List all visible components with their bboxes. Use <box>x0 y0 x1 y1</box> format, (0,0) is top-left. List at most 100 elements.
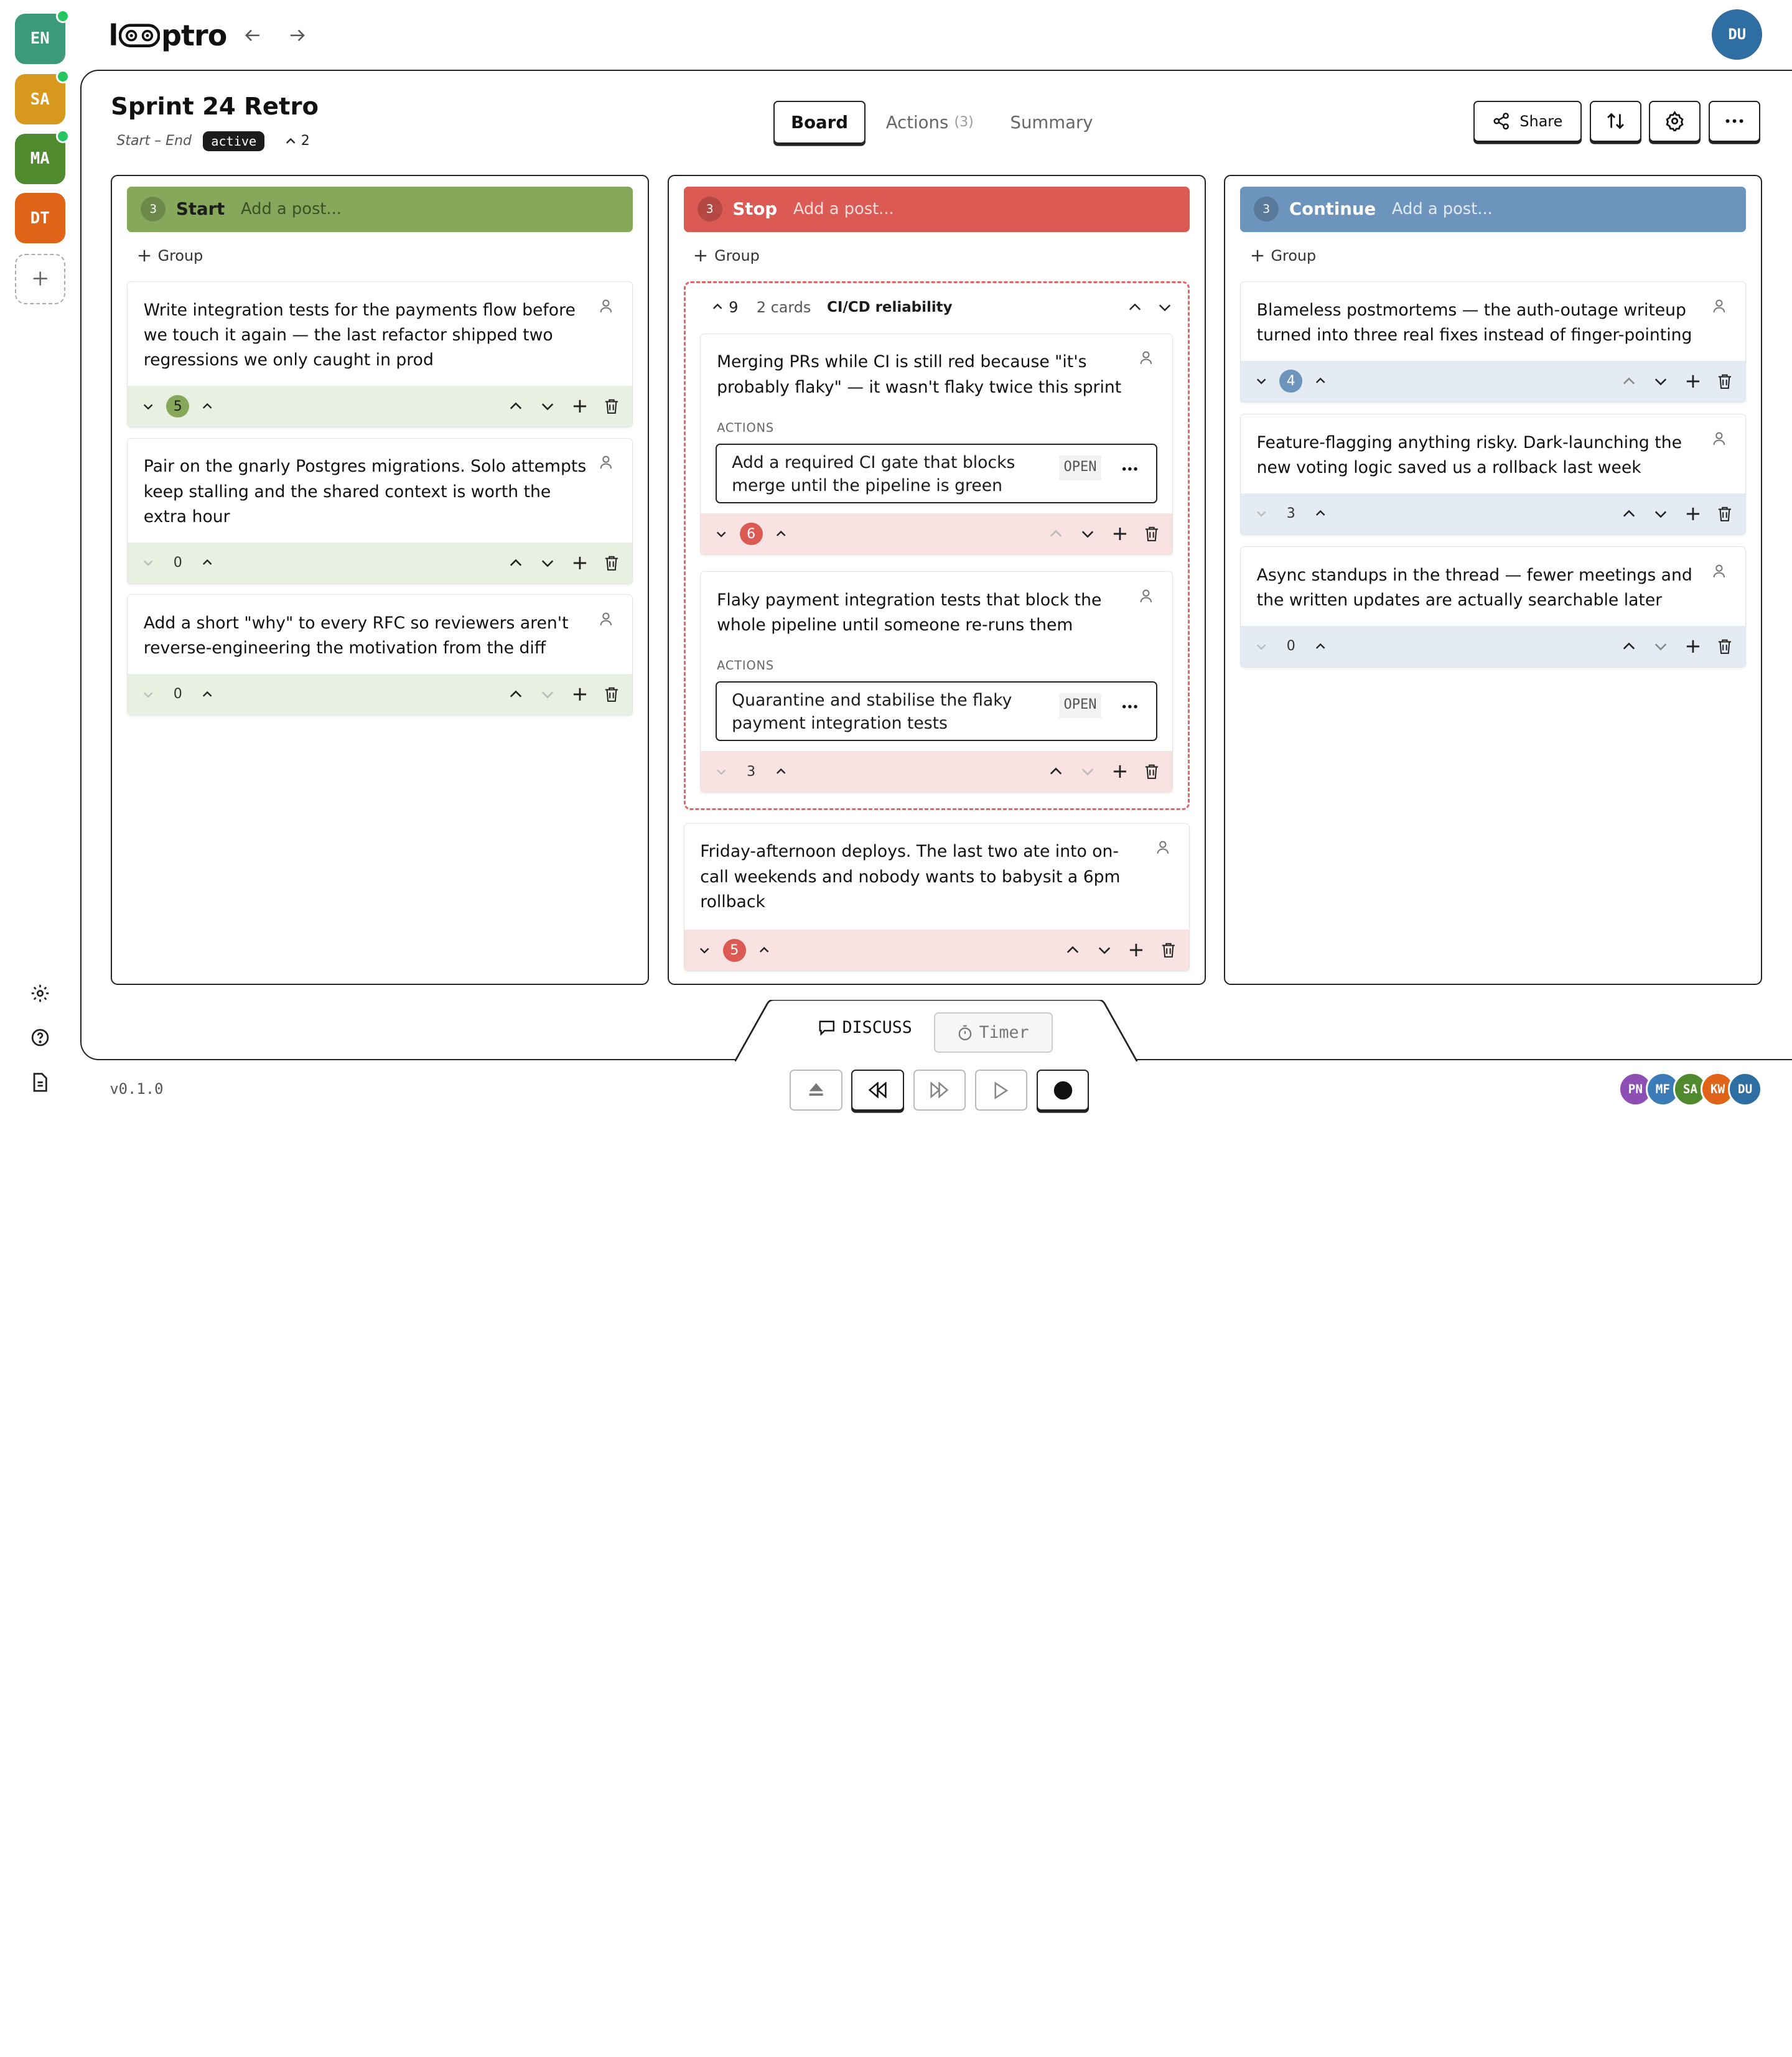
person-icon[interactable] <box>1711 298 1727 314</box>
move-down-button[interactable] <box>539 685 557 703</box>
date-range[interactable]: Start – End <box>116 133 192 149</box>
add-post-input[interactable]: Add a post... <box>241 200 342 218</box>
workspace-sa[interactable]: SA <box>14 70 70 125</box>
add-action-button[interactable] <box>1684 637 1702 655</box>
move-up-button[interactable] <box>506 554 525 572</box>
upvote-button[interactable] <box>1312 505 1330 523</box>
post-card[interactable]: Feature-flagging anything risky. Dark-la… <box>1239 414 1747 535</box>
move-up-button[interactable] <box>1620 637 1638 655</box>
record-button[interactable] <box>1036 1070 1090 1111</box>
person-icon[interactable] <box>1711 563 1727 579</box>
downvote-button[interactable] <box>139 397 157 415</box>
delete-button[interactable] <box>603 685 621 703</box>
add-action-button[interactable] <box>1111 762 1129 780</box>
add-action-button[interactable] <box>1684 505 1702 523</box>
action-more-button[interactable] <box>1122 454 1138 477</box>
upvote-button[interactable] <box>198 685 217 703</box>
participant-avatar[interactable]: DU <box>1728 1071 1763 1106</box>
sort-button[interactable] <box>1589 100 1641 142</box>
upvote-button[interactable] <box>1312 637 1330 655</box>
add-group-button[interactable]: Group <box>1251 247 1316 264</box>
delete-button[interactable] <box>1716 505 1734 523</box>
post-card[interactable]: Friday-afternoon deploys. The last two a… <box>683 823 1190 972</box>
workspace-dt[interactable]: DT <box>14 193 65 244</box>
tab-board[interactable]: Board <box>773 100 866 144</box>
add-group-button[interactable]: Group <box>694 247 760 264</box>
post-card[interactable]: Async standups in the thread — fewer mee… <box>1239 546 1747 668</box>
tab-summary[interactable]: Summary <box>994 101 1109 144</box>
rewind-button[interactable] <box>851 1070 904 1111</box>
user-avatar[interactable]: DU <box>1712 9 1763 60</box>
more-button[interactable] <box>1708 100 1760 142</box>
downvote-button[interactable] <box>712 525 730 543</box>
delete-button[interactable] <box>603 554 621 572</box>
person-icon[interactable] <box>598 298 614 314</box>
person-icon[interactable] <box>598 454 614 470</box>
timer-button[interactable]: Timer <box>933 1012 1053 1053</box>
fast-forward-button[interactable] <box>913 1070 966 1111</box>
board-settings-button[interactable] <box>1649 100 1701 142</box>
move-down-button[interactable] <box>1652 372 1670 390</box>
add-workspace-button[interactable] <box>14 253 65 304</box>
person-icon[interactable] <box>1138 350 1154 366</box>
group-move-up-button[interactable] <box>1126 298 1144 316</box>
upvote-button[interactable] <box>198 554 217 572</box>
move-up-button[interactable] <box>1063 941 1081 959</box>
delete-button[interactable] <box>603 397 621 415</box>
upvote-button[interactable] <box>198 397 217 415</box>
downvote-button[interactable] <box>1252 372 1270 390</box>
docs-button[interactable] <box>27 1070 52 1094</box>
move-up-button[interactable] <box>1047 525 1065 543</box>
delete-button[interactable] <box>1159 941 1177 959</box>
action-status[interactable]: OPEN <box>1059 455 1101 480</box>
upvote-button[interactable] <box>772 525 790 543</box>
settings-button[interactable] <box>27 981 52 1005</box>
move-up-button[interactable] <box>1620 505 1638 523</box>
post-card[interactable]: Flaky payment integration tests that blo… <box>700 571 1173 793</box>
add-post-input[interactable]: Add a post... <box>1392 200 1493 218</box>
upvote-button[interactable] <box>772 762 790 780</box>
downvote-button[interactable] <box>139 554 157 572</box>
forward-button[interactable] <box>286 24 309 47</box>
back-button[interactable] <box>241 24 264 47</box>
downvote-button[interactable] <box>1252 505 1270 523</box>
downvote-button[interactable] <box>1252 637 1270 655</box>
tab-actions[interactable]: Actions (3) <box>870 101 989 144</box>
action-more-button[interactable] <box>1122 692 1138 715</box>
downvote-button[interactable] <box>139 685 157 703</box>
post-card[interactable]: Write integration tests for the payments… <box>127 281 633 428</box>
move-down-button[interactable] <box>1078 762 1096 780</box>
post-card[interactable]: Blameless postmortems — the auth-outage … <box>1239 281 1747 403</box>
add-action-button[interactable] <box>571 554 589 572</box>
move-up-button[interactable] <box>1620 372 1638 390</box>
move-down-button[interactable] <box>539 397 557 415</box>
move-down-button[interactable] <box>1652 637 1670 655</box>
move-down-button[interactable] <box>1095 941 1113 959</box>
delete-button[interactable] <box>1142 762 1160 780</box>
action-status[interactable]: OPEN <box>1059 693 1101 719</box>
delete-button[interactable] <box>1142 525 1160 543</box>
move-up-button[interactable] <box>506 397 525 415</box>
action-item[interactable]: Quarantine and stabilise the flaky payme… <box>716 681 1158 741</box>
move-up-button[interactable] <box>1047 762 1065 780</box>
post-card[interactable]: Add a short "why" to every RFC so review… <box>127 594 633 716</box>
person-icon[interactable] <box>1155 839 1171 856</box>
delete-button[interactable] <box>1716 372 1734 390</box>
board-upvote[interactable]: 2 <box>285 133 310 149</box>
action-item[interactable]: Add a required CI gate that blocks merge… <box>716 444 1158 503</box>
add-action-button[interactable] <box>1111 525 1129 543</box>
group-collapse-button[interactable] <box>1155 298 1174 316</box>
move-down-button[interactable] <box>1078 525 1096 543</box>
add-action-button[interactable] <box>571 397 589 415</box>
person-icon[interactable] <box>1138 588 1154 604</box>
share-button[interactable]: Share <box>1473 100 1582 142</box>
group-name[interactable]: CI/CD reliability <box>827 299 953 315</box>
downvote-button[interactable] <box>712 762 730 780</box>
add-action-button[interactable] <box>1684 372 1702 390</box>
workspace-ma[interactable]: MA <box>14 129 70 184</box>
delete-button[interactable] <box>1716 637 1734 655</box>
workspace-en[interactable]: EN <box>14 9 70 64</box>
post-card[interactable]: Pair on the gnarly Postgres migrations. … <box>127 437 633 584</box>
move-down-button[interactable] <box>539 554 557 572</box>
upvote-button[interactable] <box>755 941 773 959</box>
